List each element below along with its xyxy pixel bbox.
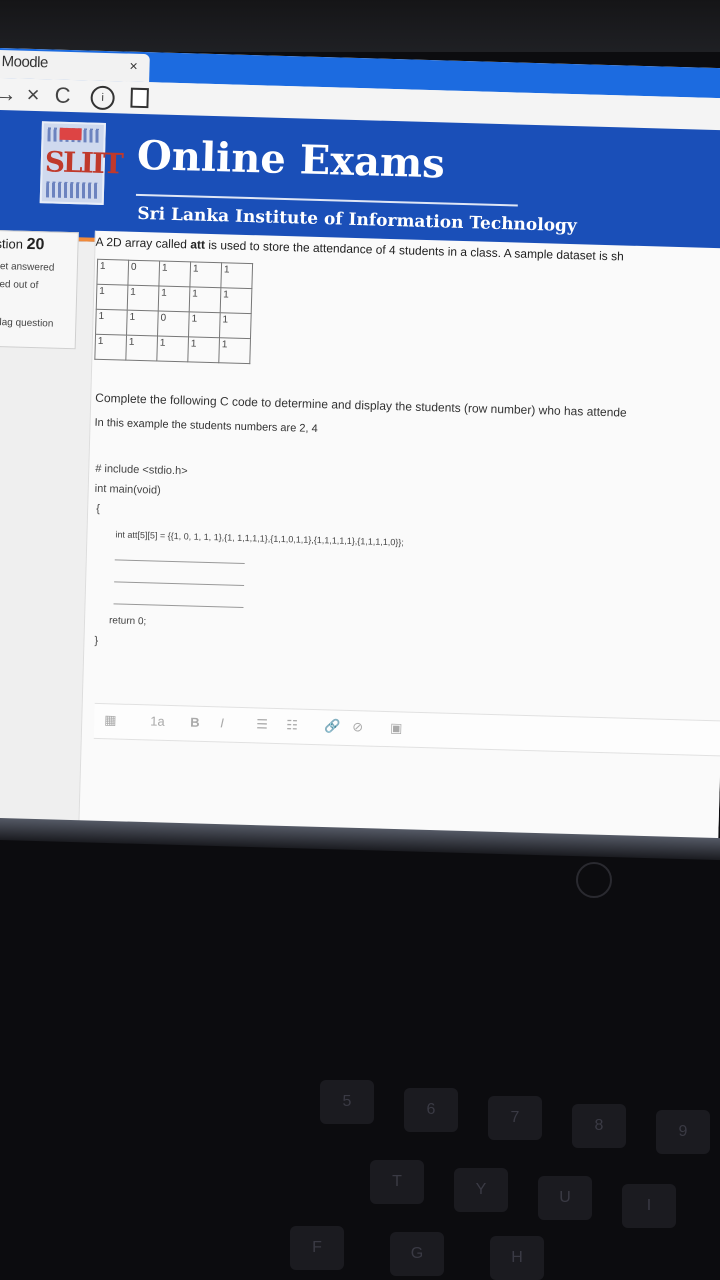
table-row: 1 1 1 1 1 — [94, 334, 251, 364]
info-icon[interactable]: i — [90, 85, 115, 111]
table-cell: 1 — [220, 287, 252, 314]
code-main: int main(void) — [94, 482, 161, 497]
sliit-logo: SLIIT — [39, 121, 123, 205]
answer-editor-toolbar: ▦ 1a B I ☰ ☷ 🔗 ⊘ ▣ — [93, 702, 720, 757]
question-number-value: 20 — [26, 235, 45, 254]
answer-blank-line — [114, 581, 245, 587]
table-cell: 1 — [127, 285, 159, 312]
paragraph-style-button[interactable]: 1a — [150, 713, 165, 728]
tab-title: Moodle — [1, 53, 49, 72]
keyboard-key: T — [370, 1160, 424, 1204]
code-return: return 0; — [108, 615, 147, 628]
answer-status: yet answered — [0, 260, 55, 274]
table-cell: 1 — [94, 334, 127, 361]
keyboard-key: 6 — [404, 1088, 458, 1132]
table-cell: 1 — [156, 336, 189, 362]
image-icon[interactable]: ▣ — [390, 720, 403, 736]
logo-base-pattern — [45, 181, 99, 199]
screen: Moodle × → × C i SLIIT Online Exams Sri … — [0, 48, 720, 859]
tab-close-icon[interactable]: × — [129, 58, 138, 74]
table-cell: 1 — [158, 286, 190, 312]
logo-flag — [59, 127, 82, 141]
table-cell: 1 — [189, 286, 221, 313]
table-cell: 1 — [218, 337, 251, 364]
table-cell: 1 — [188, 311, 221, 338]
unlink-icon[interactable]: ⊘ — [352, 719, 363, 735]
keyboard-key: Y — [454, 1168, 508, 1212]
keyboard-key: 5 — [320, 1080, 374, 1124]
question-intro-before: A 2D array called — [95, 234, 191, 252]
italic-button[interactable]: I — [220, 715, 224, 730]
stop-icon[interactable]: × — [26, 82, 40, 108]
code-include: # include <stdio.h> — [95, 462, 188, 478]
reload-icon[interactable]: C — [54, 83, 71, 109]
keyboard-key: H — [490, 1236, 544, 1280]
page-title: Online Exams — [136, 131, 446, 188]
bold-button[interactable]: B — [190, 715, 200, 730]
page-icon[interactable] — [130, 87, 149, 109]
question-number: stion 20 — [0, 235, 45, 254]
ordered-list-icon[interactable]: ☷ — [286, 717, 298, 733]
table-cell: 1 — [95, 309, 128, 336]
show-more-buttons-icon[interactable]: ▦ — [104, 712, 117, 728]
table-cell: 1 — [187, 336, 220, 363]
code-array-declaration: int att[5][5] = {{1, 0, 1, 1, 1},{1, 1,1… — [115, 529, 405, 548]
keyboard-key: G — [390, 1232, 444, 1276]
flag-question-link[interactable]: Flag question — [0, 317, 54, 330]
table-cell: 1 — [219, 312, 252, 339]
attendance-table: 1 0 1 1 1 1 1 1 1 1 1 1 0 1 1 1 1 1 1 1 — [94, 259, 253, 364]
question-number-prefix: stion — [0, 235, 24, 252]
institute-name: Sri Lanka Institute of Information Techn… — [137, 203, 578, 237]
table-cell: 1 — [189, 261, 222, 288]
table-cell: 0 — [157, 311, 190, 337]
table-cell: 0 — [127, 260, 160, 287]
browser-tab[interactable]: Moodle × — [0, 49, 150, 83]
unordered-list-icon[interactable]: ☰ — [256, 716, 268, 732]
table-cell: 1 — [125, 335, 158, 362]
question-info-panel: stion 20 yet answered ked out of 0 Flag … — [0, 229, 79, 350]
table-cell: 1 — [96, 284, 128, 311]
question-array-name: att — [190, 237, 206, 252]
instruction-text: Complete the following C code to determi… — [95, 390, 627, 420]
link-icon[interactable]: 🔗 — [324, 718, 341, 734]
hp-logo-icon — [576, 862, 612, 898]
keyboard-key: 9 — [656, 1110, 710, 1154]
back-arrow-icon[interactable]: → — [0, 81, 17, 108]
table-cell: 1 — [126, 310, 159, 337]
code-close-brace: } — [94, 634, 99, 647]
code-open-brace: { — [96, 502, 101, 515]
question-content: A 2D array called att is used to store t… — [78, 230, 720, 849]
answer-blank-line — [113, 603, 244, 609]
keyboard-key: I — [622, 1184, 676, 1228]
marked-out-of-label: ked out of — [0, 278, 39, 292]
keyboard-key: F — [290, 1226, 344, 1270]
keyboard-key: 7 — [488, 1096, 542, 1140]
logo-text: SLIIT — [44, 145, 123, 181]
keyboard-key: U — [538, 1176, 592, 1220]
keyboard-key: 8 — [572, 1104, 626, 1148]
table-cell: 1 — [96, 259, 129, 286]
answer-blank-line — [114, 559, 245, 565]
example-text: In this example the students numbers are… — [94, 416, 318, 436]
table-cell: 1 — [158, 261, 191, 287]
table-cell: 1 — [220, 262, 253, 289]
monitor-bezel — [0, 0, 720, 52]
